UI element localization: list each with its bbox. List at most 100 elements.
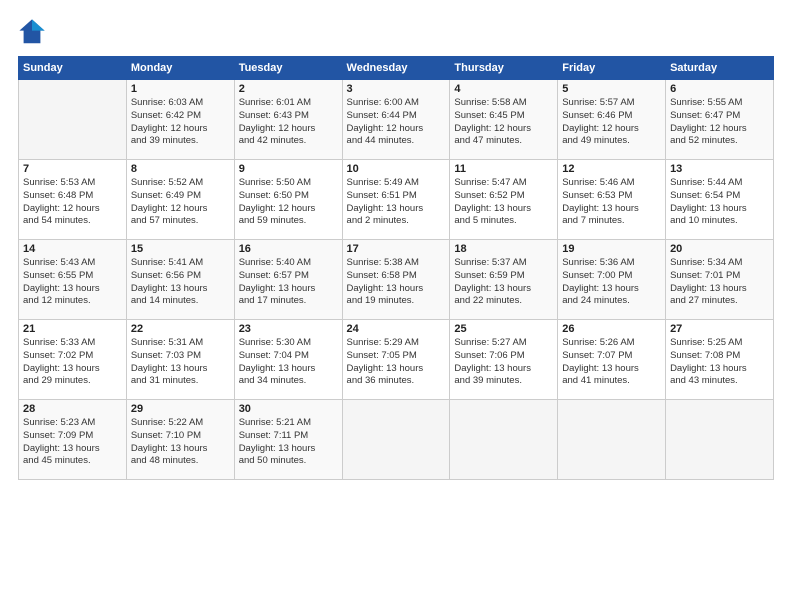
calendar-cell: 2 Sunrise: 6:01 AMSunset: 6:43 PMDaylight…	[234, 80, 342, 160]
day-number: 3	[347, 83, 446, 95]
day-number: 19	[562, 243, 661, 255]
day-number: 1	[131, 83, 230, 95]
calendar-cell	[19, 80, 127, 160]
day-info: Sunrise: 5:52 AMSunset: 6:49 PMDaylight:…	[131, 177, 230, 228]
day-info: Sunrise: 5:34 AMSunset: 7:01 PMDaylight:…	[670, 257, 769, 308]
weekday-header-row: SundayMondayTuesdayWednesdayThursdayFrid…	[19, 57, 774, 80]
page: SundayMondayTuesdayWednesdayThursdayFrid…	[0, 0, 792, 612]
calendar-cell: 15 Sunrise: 5:41 AMSunset: 6:56 PMDayligh…	[126, 240, 234, 320]
day-number: 13	[670, 163, 769, 175]
day-info: Sunrise: 5:27 AMSunset: 7:06 PMDaylight:…	[454, 337, 553, 388]
day-info: Sunrise: 5:22 AMSunset: 7:10 PMDaylight:…	[131, 417, 230, 468]
calendar-cell: 26 Sunrise: 5:26 AMSunset: 7:07 PMDayligh…	[558, 320, 666, 400]
week-row-3: 14 Sunrise: 5:43 AMSunset: 6:55 PMDayligh…	[19, 240, 774, 320]
calendar-cell: 10 Sunrise: 5:49 AMSunset: 6:51 PMDayligh…	[342, 160, 450, 240]
day-info: Sunrise: 5:30 AMSunset: 7:04 PMDaylight:…	[239, 337, 338, 388]
day-number: 11	[454, 163, 553, 175]
weekday-header-sunday: Sunday	[19, 57, 127, 80]
calendar-cell: 7 Sunrise: 5:53 AMSunset: 6:48 PMDaylight…	[19, 160, 127, 240]
day-info: Sunrise: 5:37 AMSunset: 6:59 PMDaylight:…	[454, 257, 553, 308]
calendar-cell: 30Sunrise: 5:21 AMSunset: 7:11 PMDayligh…	[234, 400, 342, 480]
day-info: Sunrise: 5:25 AMSunset: 7:08 PMDaylight:…	[670, 337, 769, 388]
calendar-cell: 25 Sunrise: 5:27 AMSunset: 7:06 PMDayligh…	[450, 320, 558, 400]
day-info: Sunrise: 5:36 AMSunset: 7:00 PMDaylight:…	[562, 257, 661, 308]
day-info: Sunrise: 5:47 AMSunset: 6:52 PMDaylight:…	[454, 177, 553, 228]
calendar-cell: 23Sunrise: 5:30 AMSunset: 7:04 PMDayligh…	[234, 320, 342, 400]
day-number: 2	[239, 83, 338, 95]
week-row-1: 1 Sunrise: 6:03 AMSunset: 6:42 PMDaylight…	[19, 80, 774, 160]
day-info: Sunrise: 5:26 AMSunset: 7:07 PMDaylight:…	[562, 337, 661, 388]
day-number: 26	[562, 323, 661, 335]
calendar-cell: 29 Sunrise: 5:22 AMSunset: 7:10 PMDayligh…	[126, 400, 234, 480]
calendar-cell: 9 Sunrise: 5:50 AMSunset: 6:50 PMDaylight…	[234, 160, 342, 240]
day-number: 29	[131, 403, 230, 415]
day-info: Sunrise: 6:03 AMSunset: 6:42 PMDaylight:…	[131, 97, 230, 148]
day-number: 8	[131, 163, 230, 175]
day-info: Sunrise: 5:50 AMSunset: 6:50 PMDaylight:…	[239, 177, 338, 228]
calendar-cell: 8 Sunrise: 5:52 AMSunset: 6:49 PMDaylight…	[126, 160, 234, 240]
calendar-cell	[558, 400, 666, 480]
day-info: Sunrise: 6:01 AMSunset: 6:43 PMDaylight:…	[239, 97, 338, 148]
day-number: 14	[23, 243, 122, 255]
calendar-cell: 13 Sunrise: 5:44 AMSunset: 6:54 PMDayligh…	[666, 160, 774, 240]
day-info: Sunrise: 5:53 AMSunset: 6:48 PMDaylight:…	[23, 177, 122, 228]
day-info: Sunrise: 6:00 AMSunset: 6:44 PMDaylight:…	[347, 97, 446, 148]
day-number: 16	[239, 243, 338, 255]
day-info: Sunrise: 5:44 AMSunset: 6:54 PMDaylight:…	[670, 177, 769, 228]
day-info: Sunrise: 5:41 AMSunset: 6:56 PMDaylight:…	[131, 257, 230, 308]
calendar-cell: 3 Sunrise: 6:00 AMSunset: 6:44 PMDaylight…	[342, 80, 450, 160]
calendar-cell: 17Sunrise: 5:38 AMSunset: 6:58 PMDayligh…	[342, 240, 450, 320]
weekday-header-tuesday: Tuesday	[234, 57, 342, 80]
day-number: 25	[454, 323, 553, 335]
day-info: Sunrise: 5:46 AMSunset: 6:53 PMDaylight:…	[562, 177, 661, 228]
day-info: Sunrise: 5:43 AMSunset: 6:55 PMDaylight:…	[23, 257, 122, 308]
day-info: Sunrise: 5:40 AMSunset: 6:57 PMDaylight:…	[239, 257, 338, 308]
day-number: 27	[670, 323, 769, 335]
calendar-cell: 28Sunrise: 5:23 AMSunset: 7:09 PMDayligh…	[19, 400, 127, 480]
weekday-header-saturday: Saturday	[666, 57, 774, 80]
day-number: 4	[454, 83, 553, 95]
calendar-cell: 24Sunrise: 5:29 AMSunset: 7:05 PMDayligh…	[342, 320, 450, 400]
day-info: Sunrise: 5:49 AMSunset: 6:51 PMDaylight:…	[347, 177, 446, 228]
day-number: 20	[670, 243, 769, 255]
day-number: 28	[23, 403, 122, 415]
calendar-cell: 6Sunrise: 5:55 AMSunset: 6:47 PMDaylight…	[666, 80, 774, 160]
day-number: 15	[131, 243, 230, 255]
day-number: 6	[670, 83, 769, 95]
day-number: 22	[131, 323, 230, 335]
day-number: 30	[239, 403, 338, 415]
calendar-cell: 12 Sunrise: 5:46 AMSunset: 6:53 PMDayligh…	[558, 160, 666, 240]
day-info: Sunrise: 5:58 AMSunset: 6:45 PMDaylight:…	[454, 97, 553, 148]
calendar-cell	[666, 400, 774, 480]
day-info: Sunrise: 5:38 AMSunset: 6:58 PMDaylight:…	[347, 257, 446, 308]
calendar-cell: 27 Sunrise: 5:25 AMSunset: 7:08 PMDayligh…	[666, 320, 774, 400]
day-number: 12	[562, 163, 661, 175]
calendar-table: SundayMondayTuesdayWednesdayThursdayFrid…	[18, 56, 774, 480]
week-row-4: 21Sunrise: 5:33 AMSunset: 7:02 PMDayligh…	[19, 320, 774, 400]
day-number: 5	[562, 83, 661, 95]
weekday-header-thursday: Thursday	[450, 57, 558, 80]
day-number: 24	[347, 323, 446, 335]
logo-icon	[18, 18, 46, 46]
weekday-header-monday: Monday	[126, 57, 234, 80]
calendar-cell: 14 Sunrise: 5:43 AMSunset: 6:55 PMDayligh…	[19, 240, 127, 320]
day-number: 9	[239, 163, 338, 175]
day-number: 10	[347, 163, 446, 175]
day-info: Sunrise: 5:57 AMSunset: 6:46 PMDaylight:…	[562, 97, 661, 148]
calendar-cell	[450, 400, 558, 480]
weekday-header-friday: Friday	[558, 57, 666, 80]
weekday-header-wednesday: Wednesday	[342, 57, 450, 80]
day-info: Sunrise: 5:33 AMSunset: 7:02 PMDaylight:…	[23, 337, 122, 388]
calendar-cell: 21Sunrise: 5:33 AMSunset: 7:02 PMDayligh…	[19, 320, 127, 400]
logo	[18, 18, 50, 46]
day-number: 7	[23, 163, 122, 175]
calendar-cell: 11 Sunrise: 5:47 AMSunset: 6:52 PMDayligh…	[450, 160, 558, 240]
day-number: 18	[454, 243, 553, 255]
calendar-cell: 5 Sunrise: 5:57 AMSunset: 6:46 PMDaylight…	[558, 80, 666, 160]
calendar-cell	[342, 400, 450, 480]
week-row-2: 7 Sunrise: 5:53 AMSunset: 6:48 PMDaylight…	[19, 160, 774, 240]
calendar-cell: 20 Sunrise: 5:34 AMSunset: 7:01 PMDayligh…	[666, 240, 774, 320]
calendar-cell: 16 Sunrise: 5:40 AMSunset: 6:57 PMDayligh…	[234, 240, 342, 320]
week-row-5: 28Sunrise: 5:23 AMSunset: 7:09 PMDayligh…	[19, 400, 774, 480]
calendar-cell: 18 Sunrise: 5:37 AMSunset: 6:59 PMDayligh…	[450, 240, 558, 320]
